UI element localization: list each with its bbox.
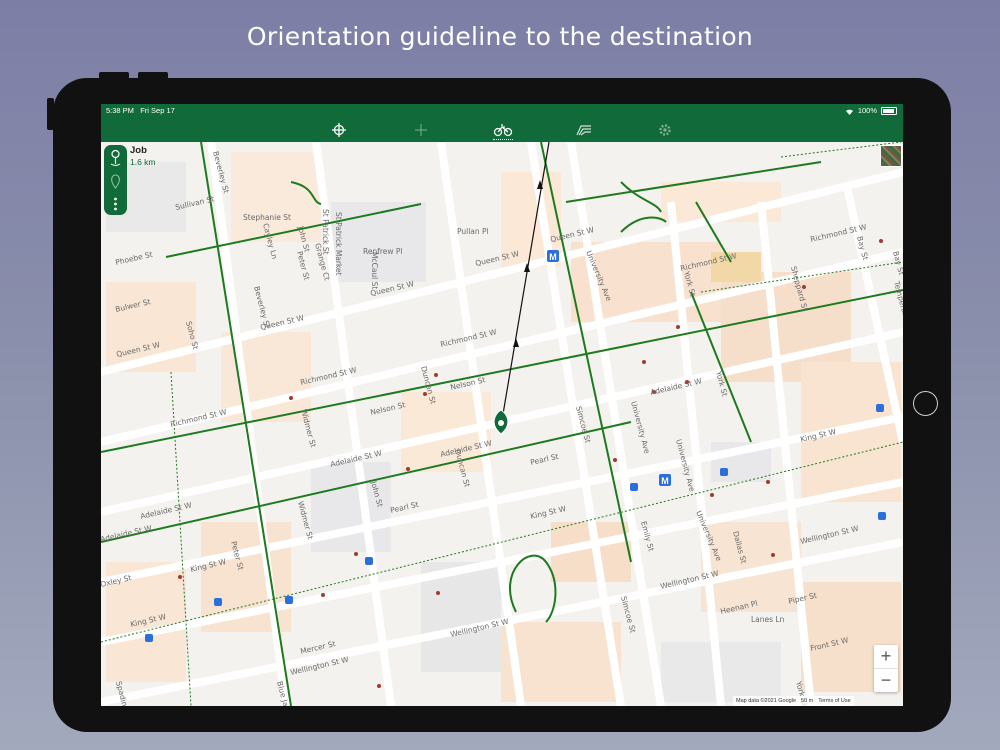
street-label: Renfrew Pl xyxy=(363,247,403,256)
zoom-in-button[interactable]: + xyxy=(874,645,898,668)
bicycle-icon[interactable] xyxy=(493,122,513,138)
toolbar xyxy=(101,118,903,142)
destination-panel xyxy=(104,145,127,215)
more-options-icon[interactable] xyxy=(104,196,127,212)
map-attribution: Map data ©2021 Google 50 m Terms of Use xyxy=(733,696,854,706)
status-bar: 5:38 PM Fri Sep 17 100% xyxy=(101,104,903,118)
app-screen: M M Queen St W Queen St W Queen St W Queen … xyxy=(101,104,903,706)
status-time: 5:38 PM xyxy=(106,106,134,115)
map[interactable]: M M Queen St WQueen St WQueen St WQueen … xyxy=(101,142,903,706)
pin-icon[interactable] xyxy=(104,148,127,168)
zoom-out-button[interactable]: − xyxy=(874,669,898,692)
wifi-icon xyxy=(845,109,853,115)
destination-distance: 1.6 km xyxy=(130,157,156,167)
crosshair-faded-icon[interactable] xyxy=(412,122,430,138)
scale-label: 50 m xyxy=(801,698,814,704)
status-date: Fri Sep 17 xyxy=(140,106,175,115)
battery-icon xyxy=(881,107,897,115)
headline: Orientation guideline to the destination xyxy=(246,22,754,51)
street-label: Stephanie St xyxy=(243,213,291,222)
svg-text:M: M xyxy=(549,252,557,262)
map-marker-icon[interactable] xyxy=(104,171,127,191)
layers-icon[interactable] xyxy=(575,122,593,138)
home-button[interactable] xyxy=(913,391,938,416)
street-label: Pullan Pl xyxy=(457,227,489,236)
destination-title[interactable]: Job xyxy=(130,145,147,156)
zoom-controls: + − xyxy=(874,645,898,692)
active-tab-indicator xyxy=(493,139,513,142)
map-data-credit: Map data ©2021 Google xyxy=(736,698,797,704)
gear-icon[interactable] xyxy=(656,122,674,138)
street-label: St Patrick Market xyxy=(334,212,343,276)
svg-text:M: M xyxy=(661,476,669,486)
street-label: McCaul St xyxy=(370,252,379,289)
terms-link[interactable]: Terms of Use xyxy=(818,696,850,706)
satellite-layer-thumbnail[interactable] xyxy=(880,145,902,167)
crosshair-icon[interactable] xyxy=(330,122,348,138)
street-label: Lanes Ln xyxy=(751,615,785,624)
battery-percent: 100% xyxy=(857,106,877,115)
